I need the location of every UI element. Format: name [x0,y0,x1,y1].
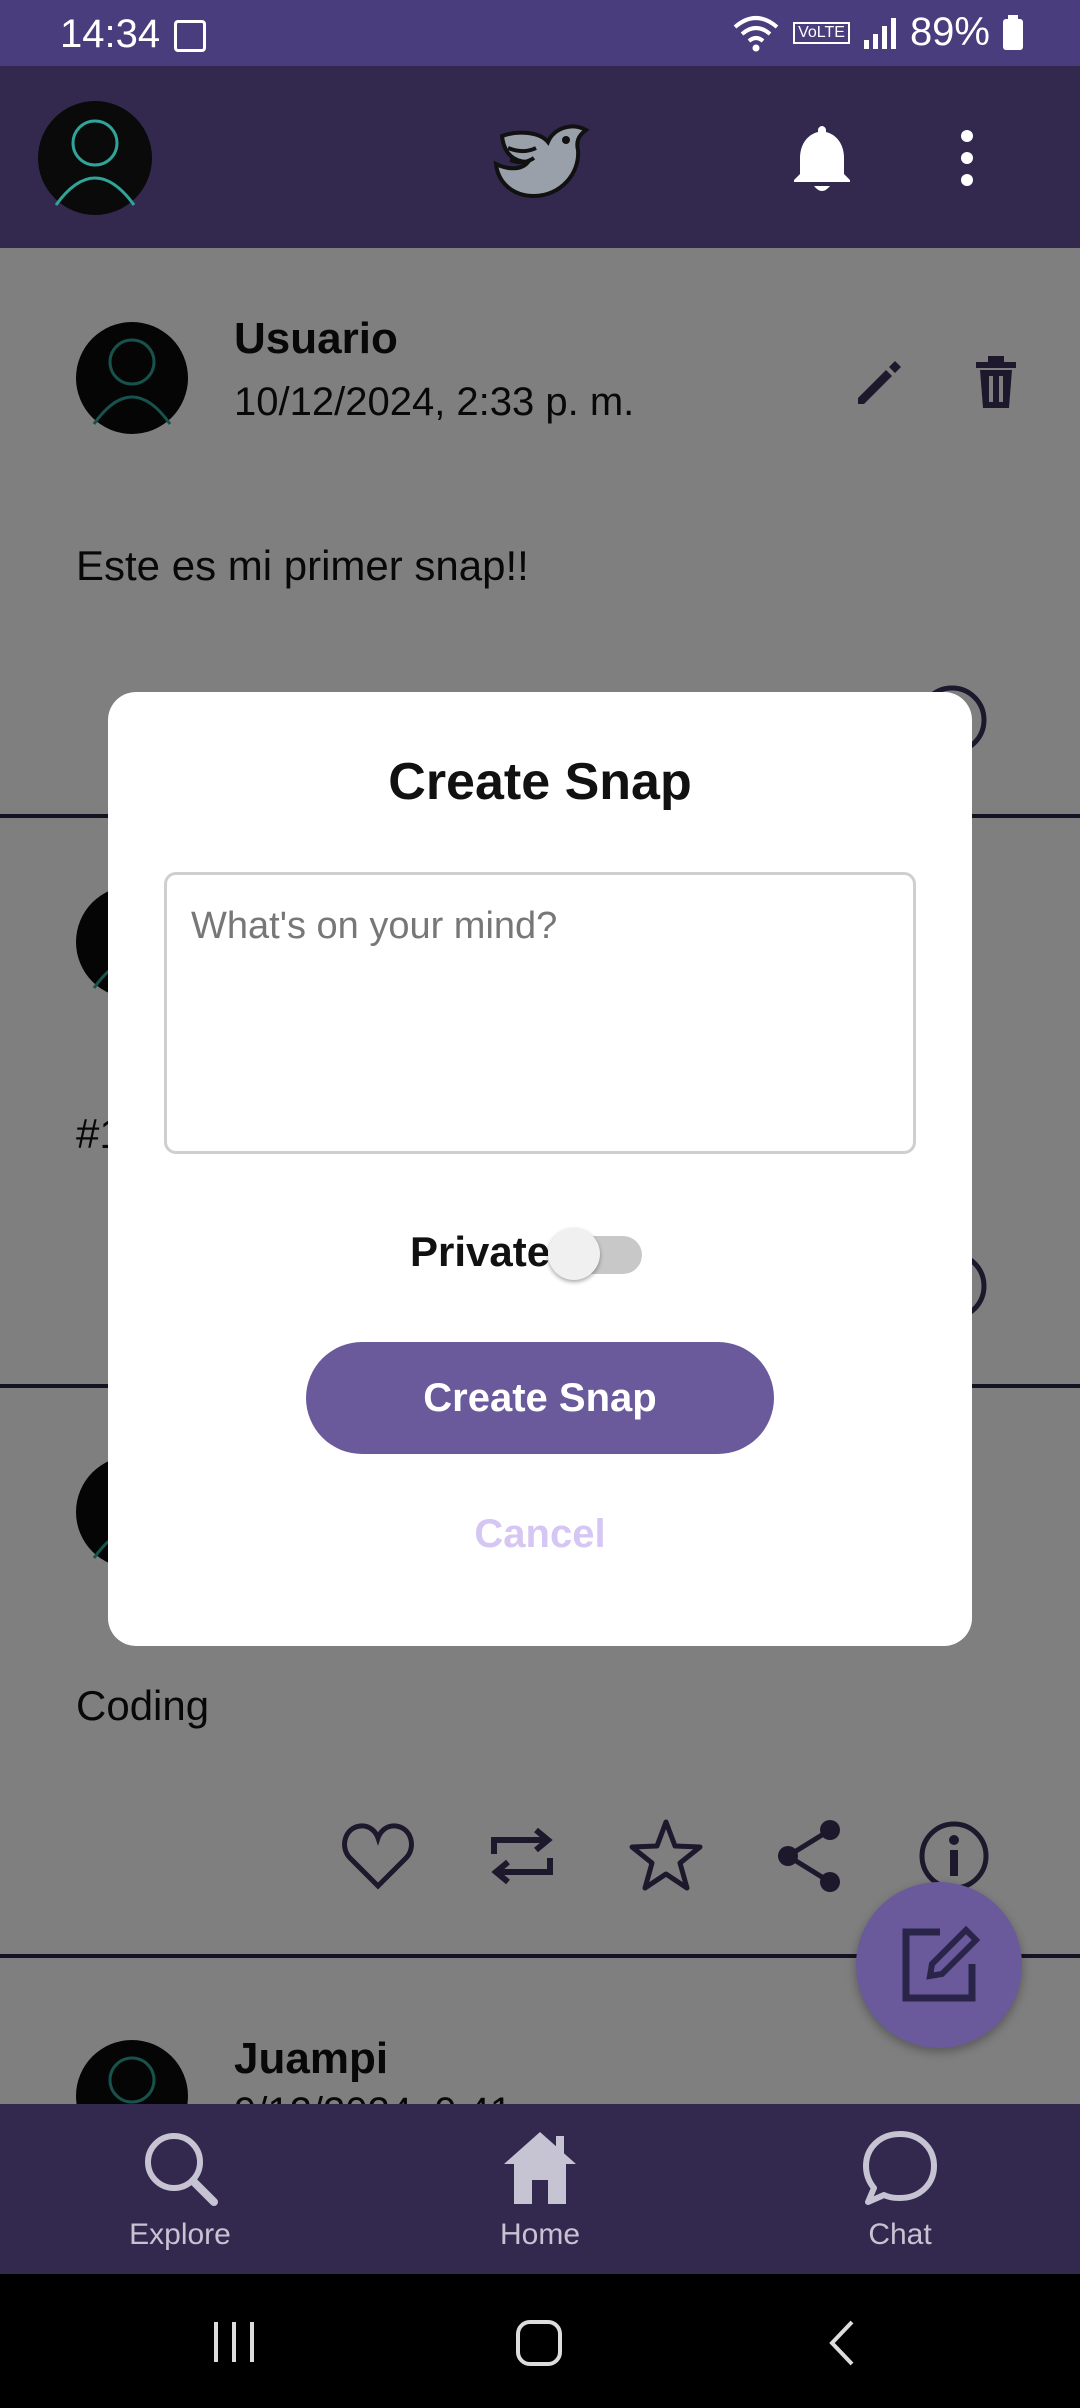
cancel-button[interactable]: Cancel [108,1512,972,1557]
dialog-title: Create Snap [388,753,692,811]
chat-bubble-icon [863,2131,937,2205]
system-navigation-bar [0,2274,1080,2408]
status-icons: VoLTE 89% [731,10,1024,55]
nav-chat-label: Chat [868,2218,932,2251]
battery-percentage: 89% [909,10,990,54]
create-snap-dialog: Create Snap Private Create Snap Cancel [108,692,972,1646]
toggle-thumb [548,1228,600,1280]
private-toggle[interactable] [548,1228,642,1280]
wifi-icon [733,15,779,51]
recent-apps-icon[interactable] [210,2318,258,2366]
private-label: Private [410,1228,551,1275]
nav-home[interactable]: Home [440,2104,640,2274]
private-row: Private [108,1218,972,1288]
bottom-navigation: Explore Home Chat [0,2104,1080,2274]
more-vert-icon[interactable] [955,130,979,186]
snap-text-input[interactable] [164,872,916,1154]
search-icon [145,2133,218,2206]
gallery-notification-icon [174,20,206,52]
home-icon [504,2132,576,2204]
nav-explore-label: Explore [129,2218,231,2251]
screen: 14:34 VoLTE 89% Explore Home Chat Create… [0,0,1080,2408]
volte-icon: VoLTE [793,21,850,44]
nav-explore[interactable]: Explore [80,2104,280,2274]
signal-icon [863,17,896,49]
bell-icon[interactable] [790,124,854,194]
nav-home-label: Home [499,2218,581,2251]
profile-avatar-icon[interactable] [38,101,152,215]
create-snap-button[interactable]: Create Snap [306,1342,774,1454]
battery-icon [1003,14,1023,50]
back-icon[interactable] [822,2318,862,2368]
app-bar [0,66,1080,248]
status-time: 14:34 [60,12,161,56]
compose-snap-button[interactable] [856,1882,1022,2048]
status-bar: 14:34 VoLTE 89% [0,0,1080,66]
compose-icon [902,1925,981,2002]
home-system-icon[interactable] [514,2318,564,2368]
nav-chat[interactable]: Chat [800,2104,1000,2274]
bird-logo-icon [493,124,590,199]
